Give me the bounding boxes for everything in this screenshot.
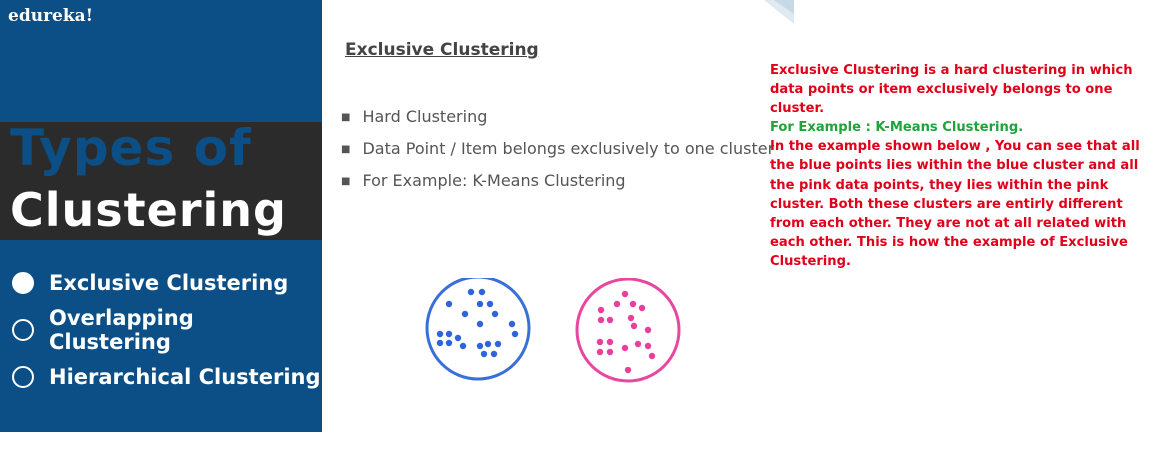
bullet-square-icon: ■ [341,144,351,155]
radio-empty-icon [12,366,34,388]
pink-cluster [575,278,681,383]
radio-empty-icon [12,319,34,341]
list-item: ■ Hard Clustering [341,107,488,126]
explanation-example: For Example : K-Means Clustering. [770,120,1024,136]
bullet-list: ■ Hard Clustering ■ Data Point / Item belo… [341,107,774,203]
cluster-illustration [425,278,681,383]
menu-item-exclusive[interactable]: Exclusive Clustering [12,268,288,298]
explanation-text: Exclusive Clustering is a hard clusterin… [770,61,1145,271]
menu-item-hierarchical[interactable]: Hierarchical Clustering [12,362,321,392]
slide-heading: Exclusive Clustering [345,40,539,60]
bullet-square-icon: ■ [341,112,351,123]
menu-item-label: Hierarchical Clustering [49,365,321,389]
menu-item-overlapping[interactable]: Overlapping Clustering [12,306,322,354]
title-line-2: Clustering [10,183,287,237]
menu-item-label: Overlapping Clustering [49,306,194,354]
explanation-body: In the example shown below , You can see… [770,139,1140,269]
list-item: ■ Data Point / Item belongs exclusively t… [341,139,775,158]
title-line-1: Types of [10,119,252,177]
corner-decoration-icon [764,0,794,24]
blue-cluster [425,278,531,381]
menu-item-label: Exclusive Clustering [49,271,289,295]
list-item: ■ For Example: K-Means Clustering [341,171,626,190]
brand-logo: edureka! [8,6,94,26]
explanation-intro: Exclusive Clustering is a hard clusterin… [770,63,1133,117]
title-panel: edureka! Types of Clustering Exclusive C… [0,0,322,432]
radio-selected-icon [12,272,34,294]
bullet-square-icon: ■ [341,176,351,187]
